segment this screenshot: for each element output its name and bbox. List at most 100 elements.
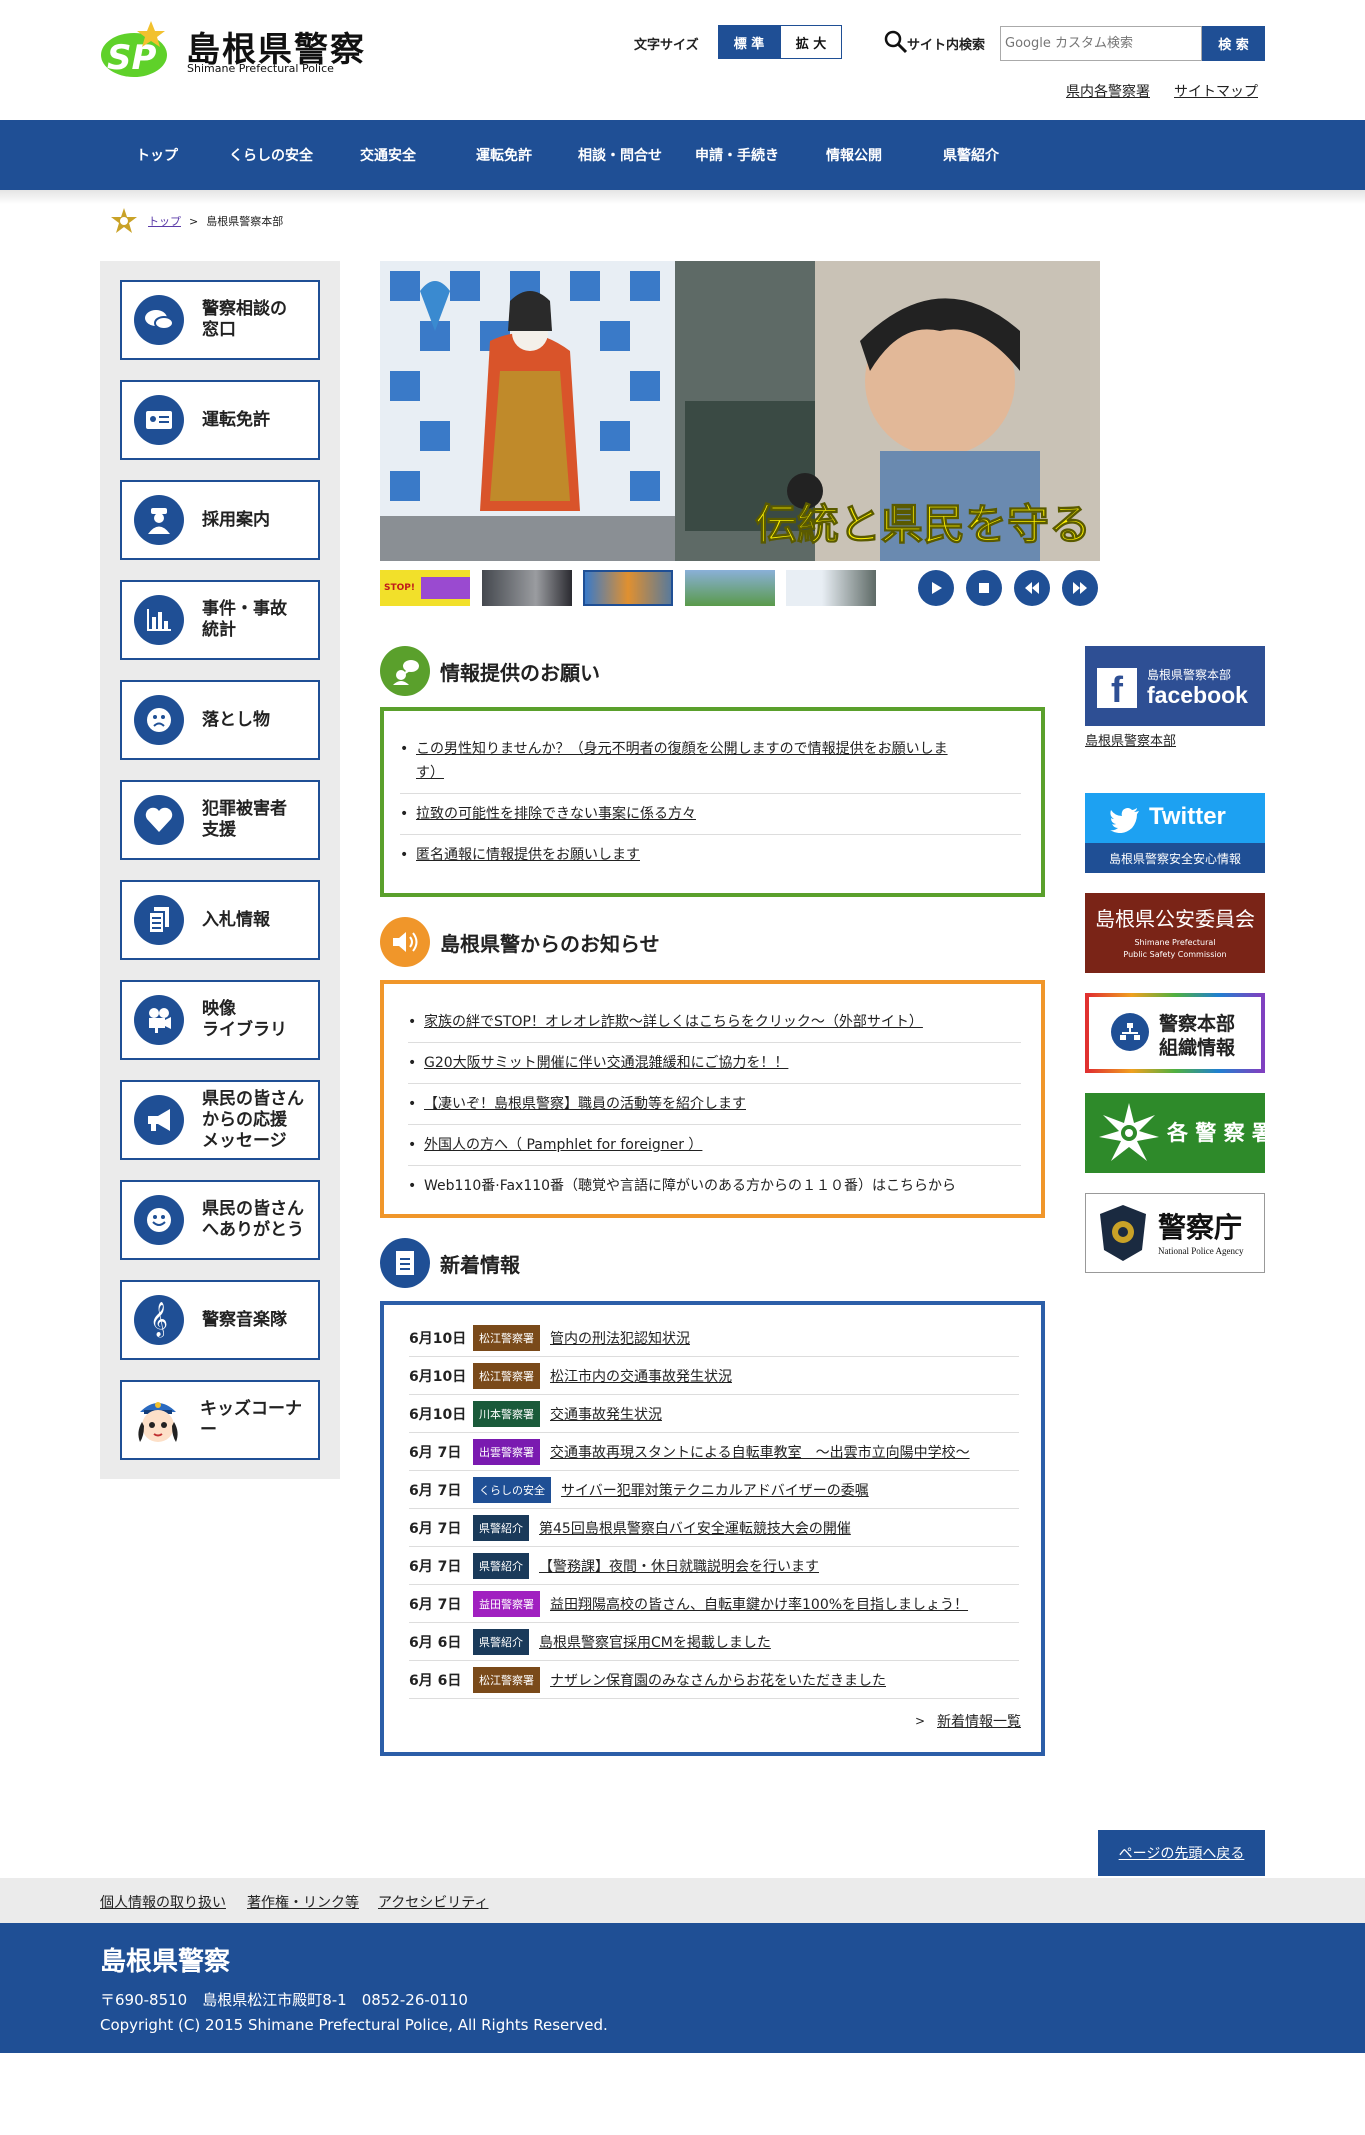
news-link[interactable]: 島根県警察官採用CMを掲載しました: [539, 1632, 771, 1652]
search-input[interactable]: [1000, 26, 1202, 61]
news-link[interactable]: 【警務課】夜間・休日就職説明会を行います: [539, 1556, 819, 1576]
slideshow-prev-button[interactable]: [1014, 570, 1050, 606]
speaker-icon: [380, 917, 430, 967]
slideshow-next-button[interactable]: [1062, 570, 1098, 606]
slide-thumb[interactable]: STOP!: [380, 570, 470, 606]
notice-link[interactable]: G20大阪サミット開催に伴い交通混雑緩和にご協力を！！: [424, 1055, 788, 1071]
facebook-banner[interactable]: f 島根県警察本部 facebook: [1085, 646, 1265, 726]
news-row[interactable]: 6月 6日 県警紹介 島根県警察官採用CMを掲載しました: [409, 1623, 1019, 1661]
news-row[interactable]: 6月 7日 県警紹介 第45回島根県警察白バイ安全運転競技大会の開催: [409, 1509, 1019, 1547]
slideshow-image[interactable]: 伝統と県民を守る: [380, 261, 1100, 561]
news-link[interactable]: 松江市内の交通事故発生状況: [550, 1366, 732, 1386]
news-row[interactable]: 6月10日 松江警察署 松江市内の交通事故発生状況: [409, 1357, 1019, 1395]
news-link[interactable]: 第45回島根県警察白バイ安全運転競技大会の開催: [539, 1518, 851, 1538]
news-date: 6月 6日: [409, 1634, 462, 1651]
notice-link[interactable]: Web110番·Fax110番（聴覚や言語に障がいのある方からの１１０番）はこち…: [424, 1178, 956, 1194]
footer-link-accessibility[interactable]: アクセシビリティ: [378, 1892, 488, 1912]
side-item-statistics[interactable]: 事件・事故 統計: [120, 580, 320, 660]
gnav-item-consult[interactable]: 相談・問合せ: [578, 120, 662, 190]
side-item-video-library[interactable]: 映像 ライブラリ: [120, 980, 320, 1060]
notice-link[interactable]: 外国人の方へ（ Pamphlet for foreigner ）: [424, 1137, 702, 1153]
fontsize-standard-button[interactable]: 標 準: [718, 25, 780, 59]
news-tag: くらしの安全: [473, 1476, 551, 1503]
side-item-bidding[interactable]: 入札情報: [120, 880, 320, 960]
search-label: サイト内検索: [907, 38, 986, 53]
breadcrumb-home[interactable]: トップ: [148, 213, 181, 229]
notice-link[interactable]: 【凄いぞ！島根県警察】職員の活動等を紹介します: [424, 1096, 746, 1112]
kid-mascot-icon: [130, 1392, 186, 1448]
news-date: 6月 7日: [409, 1596, 462, 1613]
page-top-button[interactable]: ページの先頭へ戻る: [1098, 1830, 1265, 1876]
side-item-lost-property[interactable]: 落とし物: [120, 680, 320, 760]
police-logo-icon[interactable]: SP: [99, 19, 169, 81]
facebook-icon: f: [1097, 668, 1137, 708]
slide-thumb[interactable]: [482, 570, 572, 606]
slideshow-stop-button[interactable]: [966, 570, 1002, 606]
news-more-link[interactable]: 新着情報一覧: [937, 1711, 1021, 1731]
news-row[interactable]: 6月 7日 出雲警察署 交通事故再現スタントによる自転車教室 ～出雲市立向陽中学…: [409, 1433, 1019, 1471]
side-item-thanks[interactable]: 県民の皆さん へありがとう: [120, 1180, 320, 1260]
news-more[interactable]: > 新着情報一覧: [915, 1711, 1021, 1731]
info-request-link[interactable]: 拉致の可能性を排除できない事案に係る方々: [416, 806, 696, 822]
sitemap-link[interactable]: サイトマップ: [1174, 81, 1258, 101]
side-item-recruit[interactable]: 採用案内: [120, 480, 320, 560]
gnav-item-safety[interactable]: くらしの安全: [229, 120, 313, 190]
facebook-caption[interactable]: 島根県警察本部: [1085, 730, 1265, 749]
npa-emblem-icon: [1100, 1205, 1146, 1261]
gnav-item-traffic[interactable]: 交通安全: [360, 120, 416, 190]
sad-face-icon: [134, 695, 184, 745]
news-row[interactable]: 6月 7日 くらしの安全 サイバー犯罪対策テクニカルアドバイザーの委嘱: [409, 1471, 1019, 1509]
side-item-kids[interactable]: キッズコーナー: [120, 1380, 320, 1460]
news-link[interactable]: サイバー犯罪対策テクニカルアドバイザーの委嘱: [561, 1480, 869, 1500]
slide-thumb[interactable]: [685, 570, 775, 606]
gnav-item-apply[interactable]: 申請・手続き: [695, 120, 779, 190]
notice-link[interactable]: 家族の絆でSTOP！オレオレ詐欺～詳しくはこちらをクリック～（外部サイト）: [424, 1014, 923, 1030]
gnav-item-disclosure[interactable]: 情報公開: [826, 120, 882, 190]
info-request-box: この男性知りませんか？（身元不明者の復顔を公開しますので情報提供をお願いしま す…: [380, 707, 1045, 897]
news-row[interactable]: 6月 7日 益田警察署 益田翔陽高校の皆さん、自転車鍵かけ率100%を目指しまし…: [409, 1585, 1019, 1623]
news-link[interactable]: 益田翔陽高校の皆さん、自転車鍵かけ率100%を目指しましょう！: [550, 1594, 968, 1614]
news-row[interactable]: 6月 6日 松江警察署 ナザレン保育園のみなさんからお花をいただきました: [409, 1661, 1019, 1699]
organization-banner[interactable]: 警察本部 組織情報: [1085, 993, 1265, 1073]
news-link[interactable]: 交通事故発生状況: [550, 1404, 662, 1424]
footer-link-privacy[interactable]: 個人情報の取り扱い: [100, 1892, 226, 1912]
news-link[interactable]: ナザレン保育園のみなさんからお花をいただきました: [550, 1670, 886, 1690]
fontsize-large-button[interactable]: 拡 大: [780, 25, 842, 59]
news-row[interactable]: 6月 7日 県警紹介 【警務課】夜間・休日就職説明会を行います: [409, 1547, 1019, 1585]
gnav-item-license[interactable]: 運転免許: [476, 120, 532, 190]
gnav-item-top[interactable]: トップ: [136, 120, 178, 190]
chat-bubbles-icon: [134, 295, 184, 345]
search-button[interactable]: 検 索: [1202, 26, 1265, 61]
news-row[interactable]: 6月10日 川本警察署 交通事故発生状況: [409, 1395, 1019, 1433]
news-link[interactable]: 管内の刑法犯認知状況: [550, 1328, 690, 1348]
npa-banner[interactable]: 警察庁 National Police Agency: [1085, 1193, 1265, 1273]
slide-thumb-active[interactable]: [583, 570, 673, 606]
slideshow-play-button[interactable]: [918, 570, 954, 606]
fontsize-label: 文字サイズ: [634, 38, 699, 53]
megaphone-icon: [134, 1095, 184, 1145]
side-item-support-messages[interactable]: 県民の皆さん からの応援 メッセージ: [120, 1080, 320, 1160]
info-request-link[interactable]: この男性知りませんか？（身元不明者の復顔を公開しますので情報提供をお願いしま す…: [416, 741, 948, 781]
footer-link-copyright[interactable]: 著作権・リンク等: [247, 1892, 359, 1912]
police-stations-banner[interactable]: 各 警 察 署: [1085, 1093, 1273, 1173]
gnav-item-about[interactable]: 県警紹介: [943, 120, 999, 190]
twitter-banner[interactable]: Twitter 島根県警察安全安心情報: [1085, 793, 1265, 873]
side-item-victim-support[interactable]: 犯罪被害者 支援: [120, 780, 320, 860]
news-link[interactable]: 交通事故再現スタントによる自転車教室 ～出雲市立向陽中学校～: [550, 1442, 970, 1462]
org-line2: 組織情報: [1159, 1037, 1236, 1059]
news-date: 6月10日: [409, 1368, 467, 1385]
treble-clef-icon: 𝄞: [134, 1295, 184, 1345]
news-row[interactable]: 6月10日 松江警察署 管内の刑法犯認知状況: [409, 1319, 1019, 1357]
section-title: 島根県警からのお知らせ: [440, 931, 660, 956]
stations-label: 各 警 察 署: [1167, 1121, 1273, 1145]
notices-box: 家族の絆でSTOP！オレオレ詐欺～詳しくはこちらをクリック～（外部サイト） G2…: [380, 980, 1045, 1218]
info-request-link[interactable]: 匿名通報に情報提供をお願いします: [416, 847, 640, 863]
news-box: 6月10日 松江警察署 管内の刑法犯認知状況 6月10日 松江警察署 松江市内の…: [380, 1301, 1045, 1756]
side-item-license[interactable]: 運転免許: [120, 380, 320, 460]
stations-link[interactable]: 県内各警察署: [1066, 81, 1150, 101]
slide-thumb[interactable]: [786, 570, 876, 606]
public-safety-commission-banner[interactable]: 島根県公安委員会 Shimane Prefectural Public Safe…: [1085, 893, 1265, 973]
side-item-band[interactable]: 𝄞 警察音楽隊: [120, 1280, 320, 1360]
side-item-consultation[interactable]: 警察相談の 窓口: [120, 280, 320, 360]
slide-photo: 伝統と県民を守る: [380, 261, 1100, 561]
